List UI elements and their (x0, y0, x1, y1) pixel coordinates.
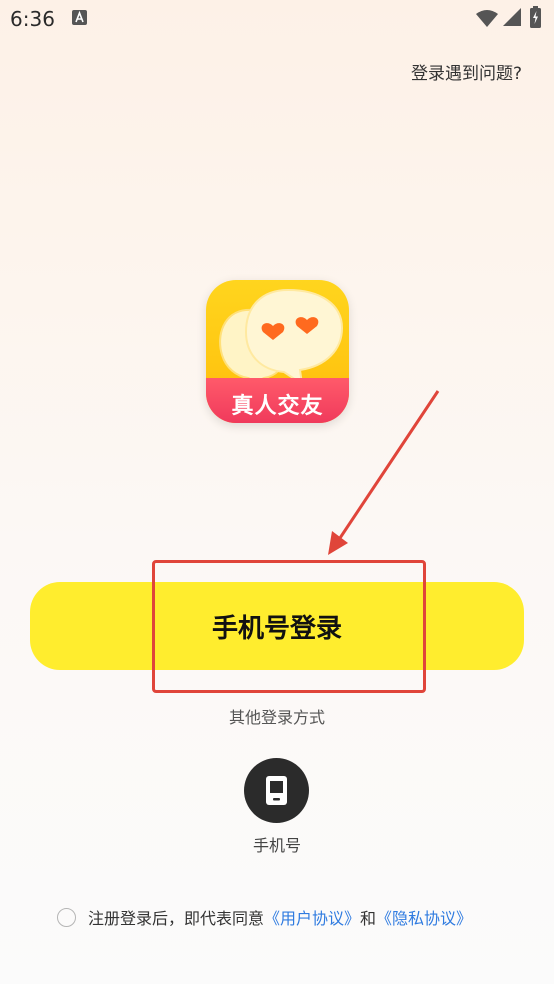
privacy-policy-link[interactable]: 《隐私协议》 (376, 905, 472, 929)
phone-login-button[interactable]: 手机号登录 (30, 582, 524, 670)
signal-icon (503, 8, 521, 26)
wifi-icon (476, 10, 498, 27)
agreement-prefix-text: 注册登录后，即代表同意 (88, 909, 265, 928)
a-notification-icon (72, 10, 87, 25)
agreement-conjunction: 和 (360, 909, 377, 928)
login-help-link[interactable]: 登录遇到问题? (411, 59, 522, 84)
agreement-row: 注册登录后，即代表同意 《用户协议》 和 《隐私协议》 (57, 905, 472, 929)
status-time: 6:36 (10, 7, 55, 31)
status-bar: 6:36 (0, 0, 554, 38)
phone-method-label: 手机号 (252, 836, 301, 855)
other-login-methods-label: 其他登录方式 (228, 708, 325, 727)
user-agreement-link[interactable]: 《用户协议》 (264, 905, 360, 929)
phone-icon (266, 776, 287, 805)
phone-login-button-label: 手机号登录 (211, 613, 342, 644)
phone-method-button[interactable] (244, 758, 309, 823)
battery-charging-icon (530, 6, 541, 28)
agree-checkbox[interactable] (57, 907, 76, 927)
annotation-arrow (328, 390, 440, 555)
